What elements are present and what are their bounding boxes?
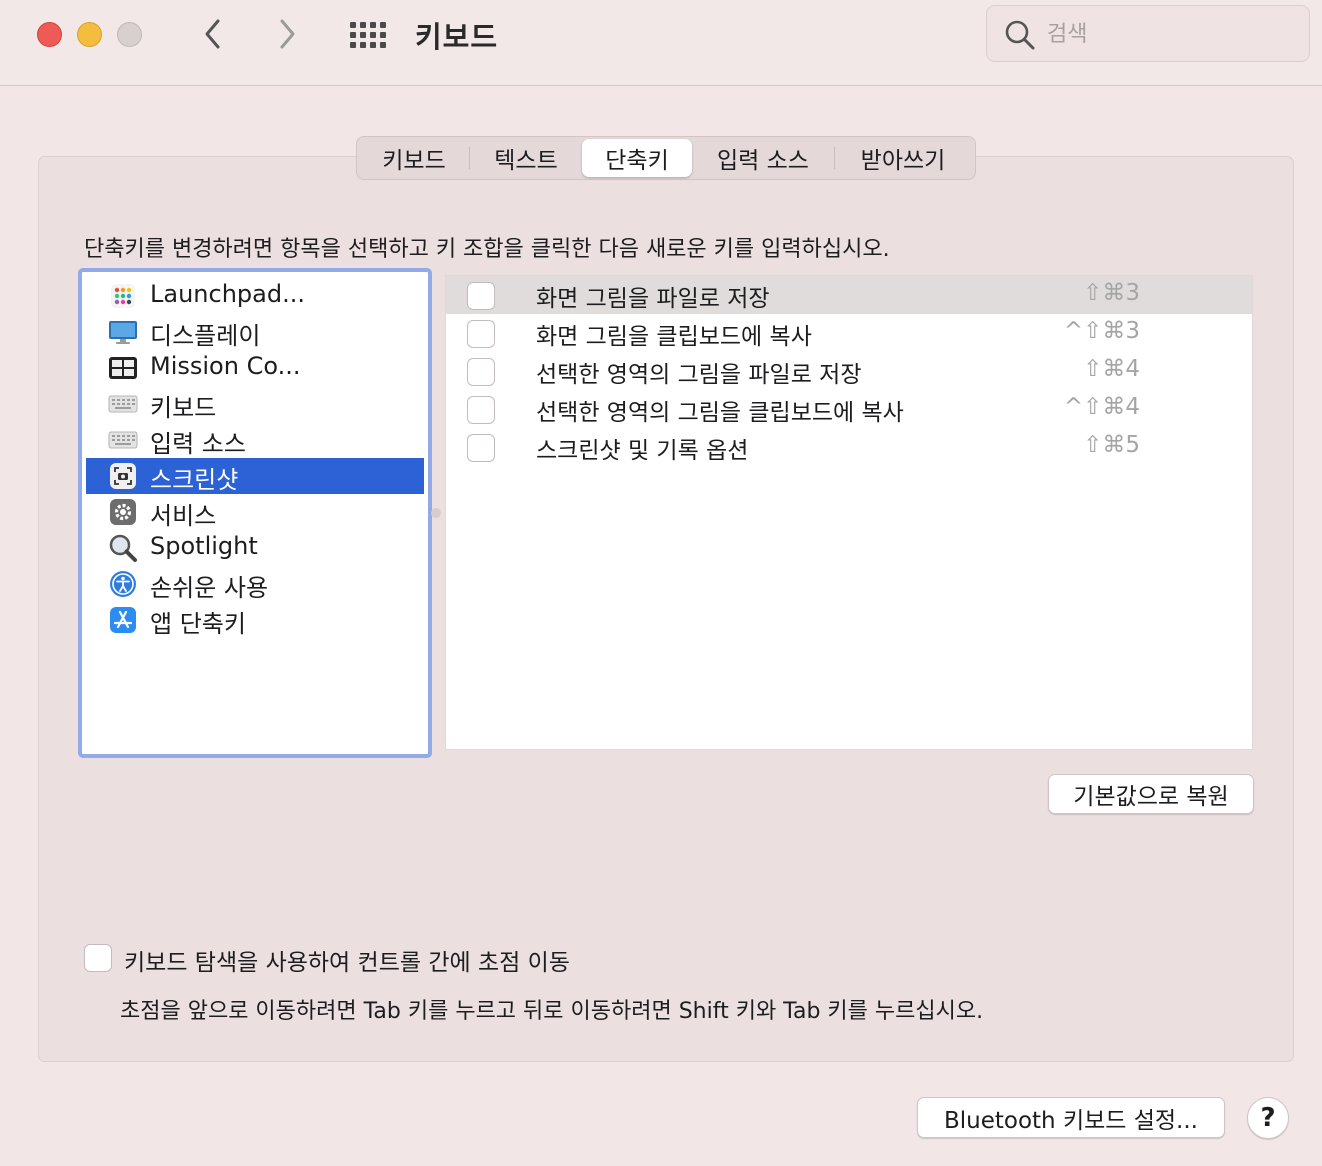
- category-label: 키보드: [150, 394, 217, 422]
- chevron-right-icon: [280, 19, 295, 49]
- shortcut-label: 선택한 영역의 그림을 파일로 저장: [536, 362, 862, 388]
- category-label: Spotlight: [150, 532, 258, 560]
- forward-button[interactable]: [267, 14, 307, 54]
- shortcut-checkbox[interactable]: [467, 434, 495, 462]
- bluetooth-keyboard-setup-button[interactable]: Bluetooth 키보드 설정...: [917, 1097, 1225, 1138]
- category-app-shortcuts[interactable]: 앱 단축키: [86, 602, 424, 638]
- shortcut-checkbox[interactable]: [467, 396, 495, 424]
- show-all-button[interactable]: [348, 20, 388, 50]
- display-icon: [108, 319, 138, 345]
- category-label: 손쉬운 사용: [150, 574, 269, 602]
- shortcut-checkbox[interactable]: [467, 358, 495, 386]
- mission-control-icon: [108, 355, 138, 381]
- title-bar: 키보드: [0, 0, 1322, 86]
- category-launchpad[interactable]: Launchpad...: [86, 278, 424, 314]
- shortcut-key-combo[interactable]: ⇧⌘3: [1083, 280, 1140, 306]
- category-screenshots[interactable]: 스크린샷: [86, 458, 424, 494]
- category-label: Launchpad...: [150, 280, 305, 308]
- tab-shortcuts[interactable]: 단축키: [582, 139, 692, 177]
- search-icon: [1005, 20, 1035, 50]
- tab-dictation[interactable]: 받아쓰기: [835, 139, 971, 177]
- shortcut-checkbox[interactable]: [467, 282, 495, 310]
- keyboard-icon: [108, 391, 138, 417]
- accessibility-icon: [108, 571, 138, 597]
- tab-text[interactable]: 텍스트: [470, 139, 582, 177]
- shortcut-row[interactable]: 화면 그림을 클립보드에 복사 ^⇧⌘3: [446, 314, 1252, 352]
- help-button[interactable]: ?: [1247, 1097, 1289, 1139]
- shortcut-label: 선택한 영역의 그림을 클립보드에 복사: [536, 400, 904, 426]
- category-accessibility[interactable]: 손쉬운 사용: [86, 566, 424, 602]
- category-keyboard[interactable]: 키보드: [86, 386, 424, 422]
- shortcut-checkbox[interactable]: [467, 320, 495, 348]
- category-label: 서비스: [150, 502, 217, 530]
- chevron-left-icon: [205, 19, 220, 49]
- instruction-text: 단축키를 변경하려면 항목을 선택하고 키 조합을 클릭한 다음 새로운 키를 …: [84, 237, 890, 262]
- launchpad-icon: [108, 283, 138, 309]
- shortcut-label: 스크린샷 및 기록 옵션: [536, 438, 749, 464]
- screenshot-icon: [108, 463, 138, 489]
- zoom-window-button[interactable]: [117, 22, 142, 47]
- shortcut-label: 화면 그림을 파일로 저장: [536, 286, 770, 312]
- grid-icon: [350, 22, 386, 48]
- magnifier-icon: [108, 534, 138, 562]
- tab-keyboard[interactable]: 키보드: [359, 139, 469, 177]
- shortcut-list[interactable]: 화면 그림을 파일로 저장 ⇧⌘3 화면 그림을 클립보드에 복사 ^⇧⌘3 선…: [445, 275, 1253, 750]
- restore-defaults-button[interactable]: 기본값으로 복원: [1048, 774, 1254, 814]
- keyboard-navigation-label: 키보드 탐색을 사용하여 컨트롤 간에 초점 이동: [124, 950, 570, 976]
- shortcut-row[interactable]: 선택한 영역의 그림을 클립보드에 복사 ^⇧⌘4: [446, 390, 1252, 428]
- keyboard-icon: [108, 427, 138, 453]
- shortcut-key-combo[interactable]: ^⇧⌘4: [1064, 394, 1140, 420]
- keyboard-navigation-hint: 초점을 앞으로 이동하려면 Tab 키를 누르고 뒤로 이동하려면 Shift …: [120, 999, 984, 1024]
- app-store-icon: [108, 607, 138, 633]
- shortcut-row[interactable]: 화면 그림을 파일로 저장 ⇧⌘3: [446, 276, 1252, 314]
- tab-input-sources[interactable]: 입력 소스: [692, 139, 834, 177]
- close-window-button[interactable]: [37, 22, 62, 47]
- shortcut-label: 화면 그림을 클립보드에 복사: [536, 324, 812, 350]
- category-list[interactable]: Launchpad... 디스플레이 Mission Co... 키보드 입력 …: [78, 268, 432, 758]
- shortcut-row[interactable]: 선택한 영역의 그림을 파일로 저장 ⇧⌘4: [446, 352, 1252, 390]
- search-field[interactable]: [986, 5, 1310, 62]
- gear-icon: [108, 499, 138, 525]
- category-display[interactable]: 디스플레이: [86, 314, 424, 350]
- shortcut-key-combo[interactable]: ^⇧⌘3: [1064, 318, 1140, 344]
- category-label: 디스플레이: [150, 322, 261, 350]
- shortcut-key-combo[interactable]: ⇧⌘5: [1083, 432, 1140, 458]
- category-label: 스크린샷: [150, 466, 239, 494]
- split-view-handle[interactable]: [431, 508, 441, 518]
- minimize-window-button[interactable]: [77, 22, 102, 47]
- category-label: Mission Co...: [150, 352, 301, 380]
- category-label: 입력 소스: [150, 430, 246, 458]
- category-spotlight[interactable]: Spotlight: [86, 530, 424, 566]
- window-title: 키보드: [415, 20, 499, 54]
- category-label: 앱 단축키: [150, 610, 246, 638]
- tab-bar: 키보드 텍스트 단축키 입력 소스 받아쓰기: [356, 136, 976, 180]
- shortcut-key-combo[interactable]: ⇧⌘4: [1083, 356, 1140, 382]
- search-input[interactable]: [1047, 16, 1287, 52]
- keyboard-navigation-checkbox[interactable]: [84, 944, 112, 972]
- category-services[interactable]: 서비스: [86, 494, 424, 530]
- category-input-sources[interactable]: 입력 소스: [86, 422, 424, 458]
- category-mission-control[interactable]: Mission Co...: [86, 350, 424, 386]
- back-button[interactable]: [193, 14, 233, 54]
- shortcut-row[interactable]: 스크린샷 및 기록 옵션 ⇧⌘5: [446, 428, 1252, 466]
